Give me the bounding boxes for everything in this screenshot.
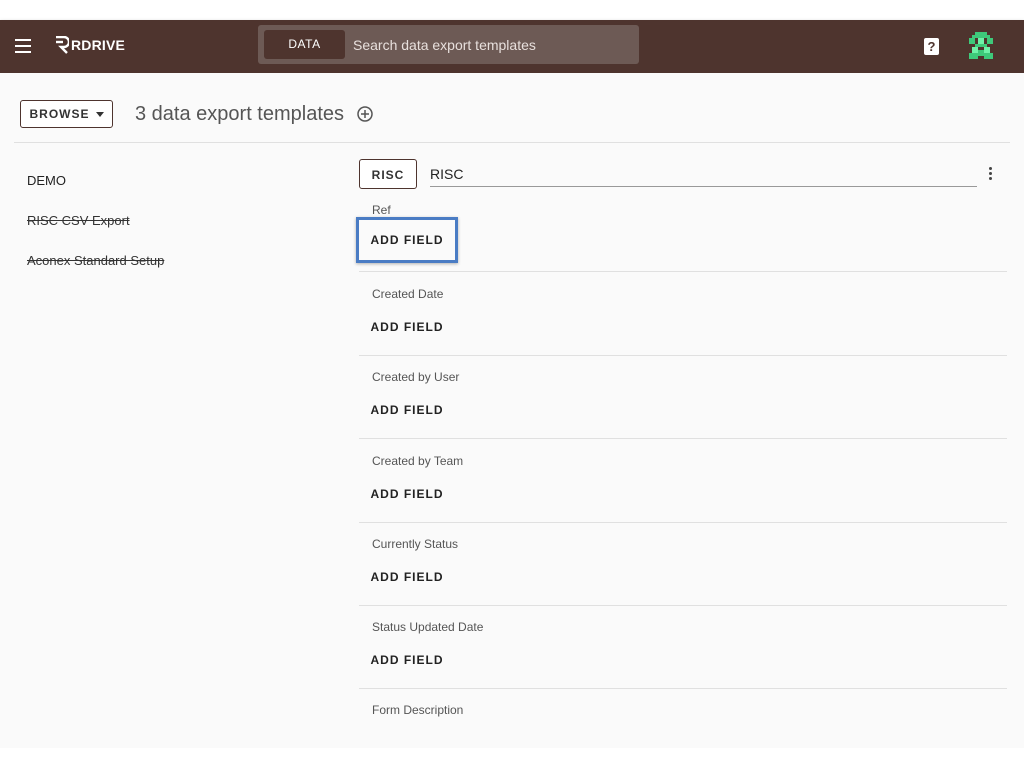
more-vert-icon[interactable] (988, 167, 994, 183)
rdrive-logo-icon (56, 36, 69, 54)
logo[interactable]: RDRIVE (55, 36, 125, 54)
section-divider (359, 688, 1007, 689)
search-bar: DATA (258, 25, 639, 64)
field-label: Form Description (372, 703, 464, 717)
section-divider (359, 438, 1007, 439)
help-icon[interactable]: ? (924, 38, 939, 55)
add-field-button[interactable]: ADD FIELD (359, 640, 455, 680)
template-item[interactable]: DEMO (27, 173, 164, 188)
section-divider (359, 271, 1007, 272)
logo-text: RDRIVE (71, 37, 126, 53)
browse-button[interactable]: BROWSE (20, 100, 113, 128)
menu-icon[interactable] (15, 39, 31, 53)
browse-label: BROWSE (29, 107, 90, 121)
header-divider (14, 142, 1010, 143)
section-divider (359, 605, 1007, 606)
section-divider (359, 522, 1007, 523)
add-field-button[interactable]: ADD FIELD (359, 474, 455, 514)
section-divider (359, 355, 1007, 356)
field-label: Status Updated Date (372, 620, 484, 634)
app-bar: RDRIVE DATA ? (0, 20, 1024, 73)
avatar[interactable] (966, 32, 996, 62)
field-label: Created Date (372, 287, 444, 301)
add-field-button[interactable]: ADD FIELD (356, 217, 458, 263)
template-item[interactable]: RISC CSV Export (27, 213, 164, 228)
add-circle-icon[interactable] (357, 106, 373, 122)
field-label: Created by User (372, 370, 460, 384)
search-scope-chip[interactable]: DATA (264, 30, 345, 59)
template-list: DEMO RISC CSV Export Aconex Standard Set… (27, 173, 164, 293)
template-code-chip[interactable]: RISC (359, 159, 417, 189)
main-content: BROWSE 3 data export templates DEMO RISC… (0, 73, 1024, 748)
search-input[interactable] (353, 30, 628, 59)
field-label: Ref (372, 203, 391, 217)
caret-down-icon (95, 111, 104, 117)
add-field-button[interactable]: ADD FIELD (359, 307, 455, 347)
template-item[interactable]: Aconex Standard Setup (27, 253, 164, 268)
template-name-input[interactable] (430, 162, 977, 187)
add-field-button[interactable]: ADD FIELD (359, 557, 455, 597)
add-field-button[interactable]: ADD FIELD (359, 390, 455, 430)
field-label: Created by Team (372, 454, 464, 468)
page-title: 3 data export templates (135, 103, 345, 125)
field-label: Currently Status (372, 537, 459, 551)
